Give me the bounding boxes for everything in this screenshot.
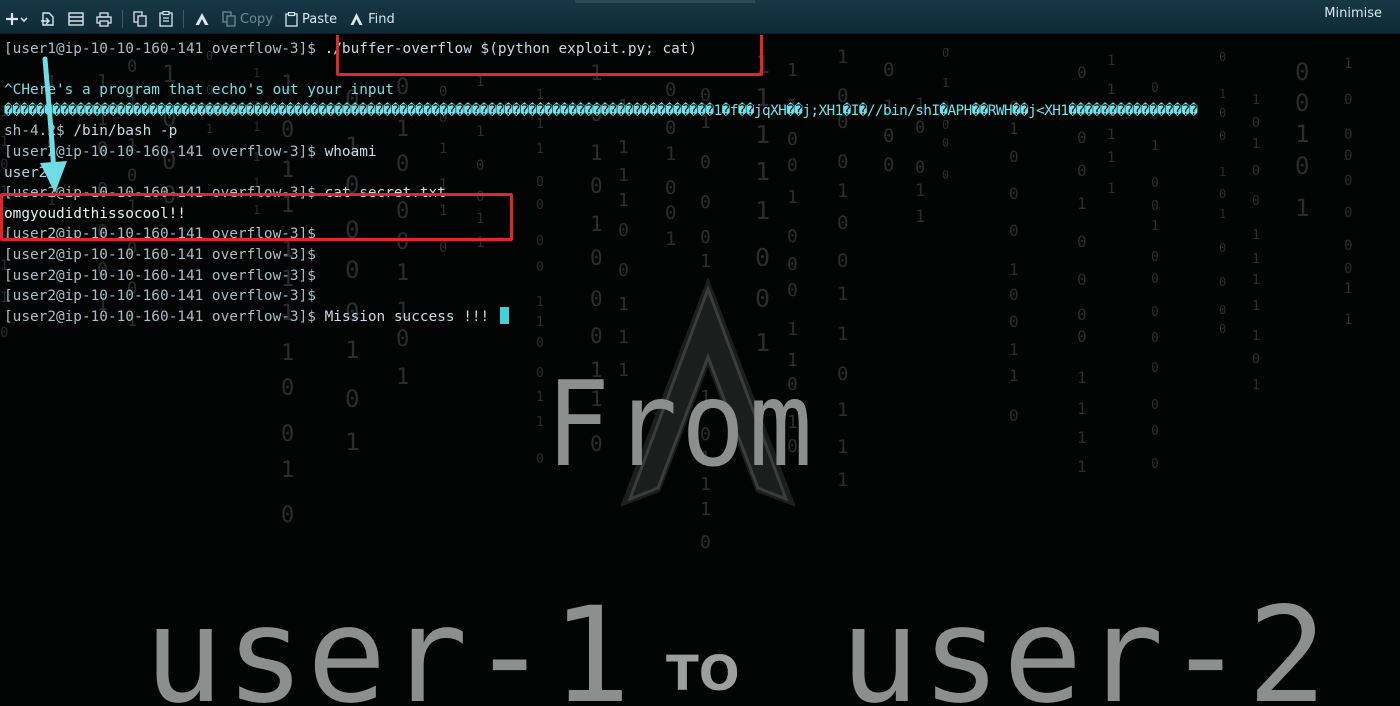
copy-icon	[133, 11, 147, 27]
down-arrow-icon	[40, 56, 67, 193]
terminal-line: user2	[4, 163, 1396, 184]
print-button[interactable]	[90, 8, 118, 30]
copy-icon-button[interactable]	[127, 8, 153, 30]
toolbar-top-divider	[575, 0, 755, 3]
shell-prompt: [user2@ip-10-10-160-141 overflow-3]$	[4, 267, 325, 284]
paste-button-label: Paste	[301, 11, 338, 27]
view-button[interactable]	[62, 8, 90, 30]
new-tab-button[interactable]	[0, 8, 34, 30]
command-text: whoami	[324, 143, 377, 160]
plus-icon	[6, 12, 28, 26]
terminal-line: ����������������������������������������…	[4, 101, 1396, 122]
find-icon	[349, 12, 364, 26]
minimise-button[interactable]: Minimise	[1324, 6, 1382, 21]
highlight-box-command	[336, 35, 763, 76]
terminal-line: [user2@ip-10-10-160-141 overflow-3]$ who…	[4, 142, 1396, 163]
text-cursor	[499, 306, 509, 324]
terminal-line: [user2@ip-10-10-160-141 overflow-3]$	[4, 245, 1396, 266]
overlay-title-from: From	[546, 355, 817, 493]
arch-logo-icon	[194, 12, 210, 26]
window-icon	[68, 12, 84, 26]
clipboard-icon	[159, 11, 173, 27]
terminal-line: sh-4.2$ /bin/bash -p	[4, 121, 1396, 142]
logo-button[interactable]	[188, 8, 216, 30]
find-button[interactable]: Find	[343, 8, 401, 30]
find-button-label: Find	[368, 11, 395, 27]
terminal-line: [user2@ip-10-10-160-141 overflow-3]$	[4, 266, 1396, 287]
remote-icon	[40, 11, 56, 27]
terminal-line: ^CHere's a program that echo's out your …	[4, 80, 1396, 101]
shell-prompt: [user2@ip-10-10-160-141 overflow-3]$	[4, 246, 325, 263]
copy-button-label: Copy	[240, 11, 273, 27]
copy-icon	[222, 11, 236, 27]
overlay-subtitle: user-1 TO user-2	[144, 590, 1374, 706]
paste-button[interactable]: Paste	[279, 8, 343, 30]
terminal-view[interactable]: 1101001101001111000010110100110000001111…	[0, 35, 1400, 706]
terminal-output: [user1@ip-10-10-160-141 overflow-3]$ ./b…	[4, 39, 1396, 327]
overlay-user2: user-2	[840, 579, 1329, 706]
clipboard-icon-button[interactable]	[153, 8, 179, 30]
overlay-to: TO	[666, 646, 740, 702]
shell-prompt: [user2@ip-10-10-160-141 overflow-3]$	[4, 308, 325, 325]
toolbar-separator	[122, 10, 123, 28]
command-text: Mission success !!!	[324, 308, 498, 325]
command-text: ����������������������������������������…	[4, 102, 1198, 119]
clipboard-icon	[285, 11, 298, 27]
terminal-line: [user2@ip-10-10-160-141 overflow-3]$ Mis…	[4, 306, 1396, 328]
terminal-toolbar: Copy Paste Find Minimise	[0, 0, 1400, 34]
terminal-line: [user2@ip-10-10-160-141 overflow-3]$	[4, 286, 1396, 307]
shell-prompt: [user2@ip-10-10-160-141 overflow-3]$	[4, 288, 325, 305]
overlay-user1: user-1	[144, 579, 633, 706]
printer-icon	[96, 11, 112, 27]
toolbar-separator	[183, 10, 184, 28]
open-remote-button[interactable]	[34, 8, 62, 30]
copy-button[interactable]: Copy	[216, 8, 279, 30]
